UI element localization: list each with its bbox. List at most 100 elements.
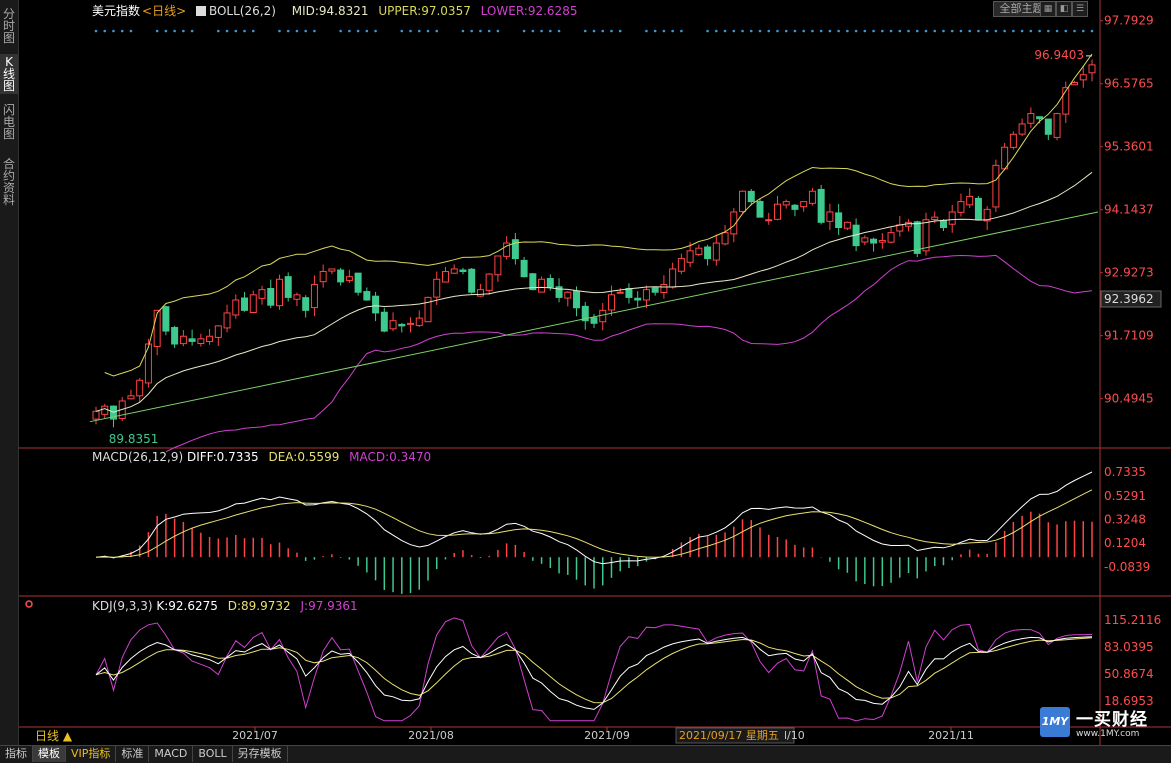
macd-diff-line (95, 471, 1093, 565)
tab-contract-info[interactable]: 合约资料 (0, 156, 18, 208)
signal-dot (741, 29, 744, 33)
bottom-toolbar: 指标 模板 VIP指标 标准 MACD BOLL 另存模板 (0, 745, 1171, 763)
signal-dot (889, 29, 893, 33)
candle-body (1053, 113, 1061, 138)
high-label: 96.9403 (1034, 48, 1084, 62)
bottom-tab-save-template[interactable]: 另存模板 (233, 746, 288, 762)
bottom-tab-indicator[interactable]: 指标 (0, 746, 33, 762)
boll-label: BOLL(26,2) (195, 4, 282, 18)
candle-body (765, 219, 773, 222)
signal-dot (409, 29, 412, 33)
candle-body (1079, 74, 1087, 81)
period-tag[interactable]: <日线> (142, 4, 186, 18)
candle-body (791, 204, 799, 210)
bottom-tab-boll[interactable]: BOLL (193, 746, 233, 762)
candle-body (450, 268, 458, 274)
candle-body (625, 288, 633, 298)
signal-dot (313, 29, 316, 33)
candle-body (773, 203, 781, 220)
signal-dot (915, 29, 919, 33)
candle-body (258, 289, 266, 299)
candle-body (345, 276, 353, 281)
candle-body (494, 255, 502, 276)
macd-diff: DIFF:0.7335 (186, 450, 259, 464)
price-tick-label: 94.1437 (1104, 203, 1154, 217)
candle-body (616, 291, 624, 294)
candle-body (398, 323, 406, 327)
signal-dot (339, 29, 342, 33)
signal-dot (811, 29, 814, 33)
signal-dot (732, 29, 736, 33)
tab-timeshare[interactable]: 分时图 (0, 6, 18, 46)
signal-dot (618, 29, 622, 33)
candle-body (214, 325, 222, 338)
signal-dot (549, 29, 552, 33)
candle-body (870, 238, 878, 244)
candle-body (677, 258, 685, 272)
signal-dot (540, 29, 543, 33)
signal-dot (776, 29, 779, 33)
kdj-tick-label: 50.8674 (1104, 667, 1154, 681)
candle-body (721, 232, 729, 245)
signal-dot (1081, 29, 1085, 33)
signal-dot (435, 29, 439, 33)
kdj-k-line (95, 636, 1093, 710)
signal-dot (872, 29, 875, 33)
logo-name: 一买财经 (1076, 710, 1148, 730)
bottom-tab-template[interactable]: 模板 (33, 746, 66, 762)
chart-canvas[interactable]: 97.7929 96.5765 95.3601 94.1437 92.9273 91.71… (0, 0, 1171, 745)
period-button: 日线 ▲ (35, 729, 73, 743)
candle-body (817, 188, 825, 223)
kdj-d: D:89.9732 (227, 599, 291, 613)
signal-dot (531, 29, 535, 33)
signal-dot (898, 29, 902, 33)
signal-dot (985, 29, 989, 33)
signal-dot (1055, 29, 1059, 33)
tab-kline[interactable]: K线图 (0, 54, 18, 94)
list-icon[interactable]: ☰ (1072, 1, 1088, 17)
kdj-tick-label: 115.2116 (1104, 613, 1161, 627)
candle-body (878, 239, 886, 243)
candle-body (310, 283, 318, 309)
candle-body (835, 212, 843, 229)
candle-body (232, 299, 240, 316)
signal-dot (881, 29, 884, 33)
candle-body (634, 297, 642, 301)
bottom-tab-standard[interactable]: 标准 (116, 746, 150, 762)
candle-body (92, 410, 100, 420)
signal-dot (968, 29, 971, 33)
candle-body (162, 306, 170, 332)
price-tick-label: 97.7929 (1104, 14, 1154, 28)
settings-icon (25, 600, 33, 608)
candle-body (756, 201, 764, 218)
signal-dot (356, 29, 360, 33)
bottom-tab-macd[interactable]: MACD (149, 746, 194, 762)
bottom-tab-vip[interactable]: VIP指标 (66, 746, 117, 762)
signal-dot (846, 29, 849, 33)
signal-dot (942, 29, 945, 33)
grid-icon[interactable]: ▦ (1040, 1, 1056, 17)
signal-dot (671, 29, 674, 33)
current-price-label: 92.3962 (1104, 292, 1154, 306)
price-tick-label: 92.9273 (1104, 266, 1154, 280)
candle-body (1027, 113, 1035, 124)
cursor-date-extra: l/10 (784, 729, 805, 742)
layout-icon[interactable]: ◧ (1056, 1, 1072, 17)
signal-dot (1012, 29, 1015, 33)
candle-body (476, 289, 484, 297)
candle-body (433, 278, 441, 298)
signal-dot (129, 29, 133, 33)
signal-dot (863, 29, 867, 33)
signal-dot (295, 29, 299, 33)
signal-dot (278, 29, 281, 33)
candle-body (704, 246, 712, 260)
candle-body (826, 211, 834, 222)
candle-body (599, 309, 607, 323)
macd-tick-label: 0.3248 (1104, 512, 1146, 526)
signal-dot (304, 29, 307, 33)
tab-flash[interactable]: 闪电图 (0, 102, 18, 142)
candle-body (136, 379, 144, 397)
signal-dot (94, 29, 98, 33)
candle-body (651, 287, 659, 293)
signal-dot (758, 29, 762, 33)
